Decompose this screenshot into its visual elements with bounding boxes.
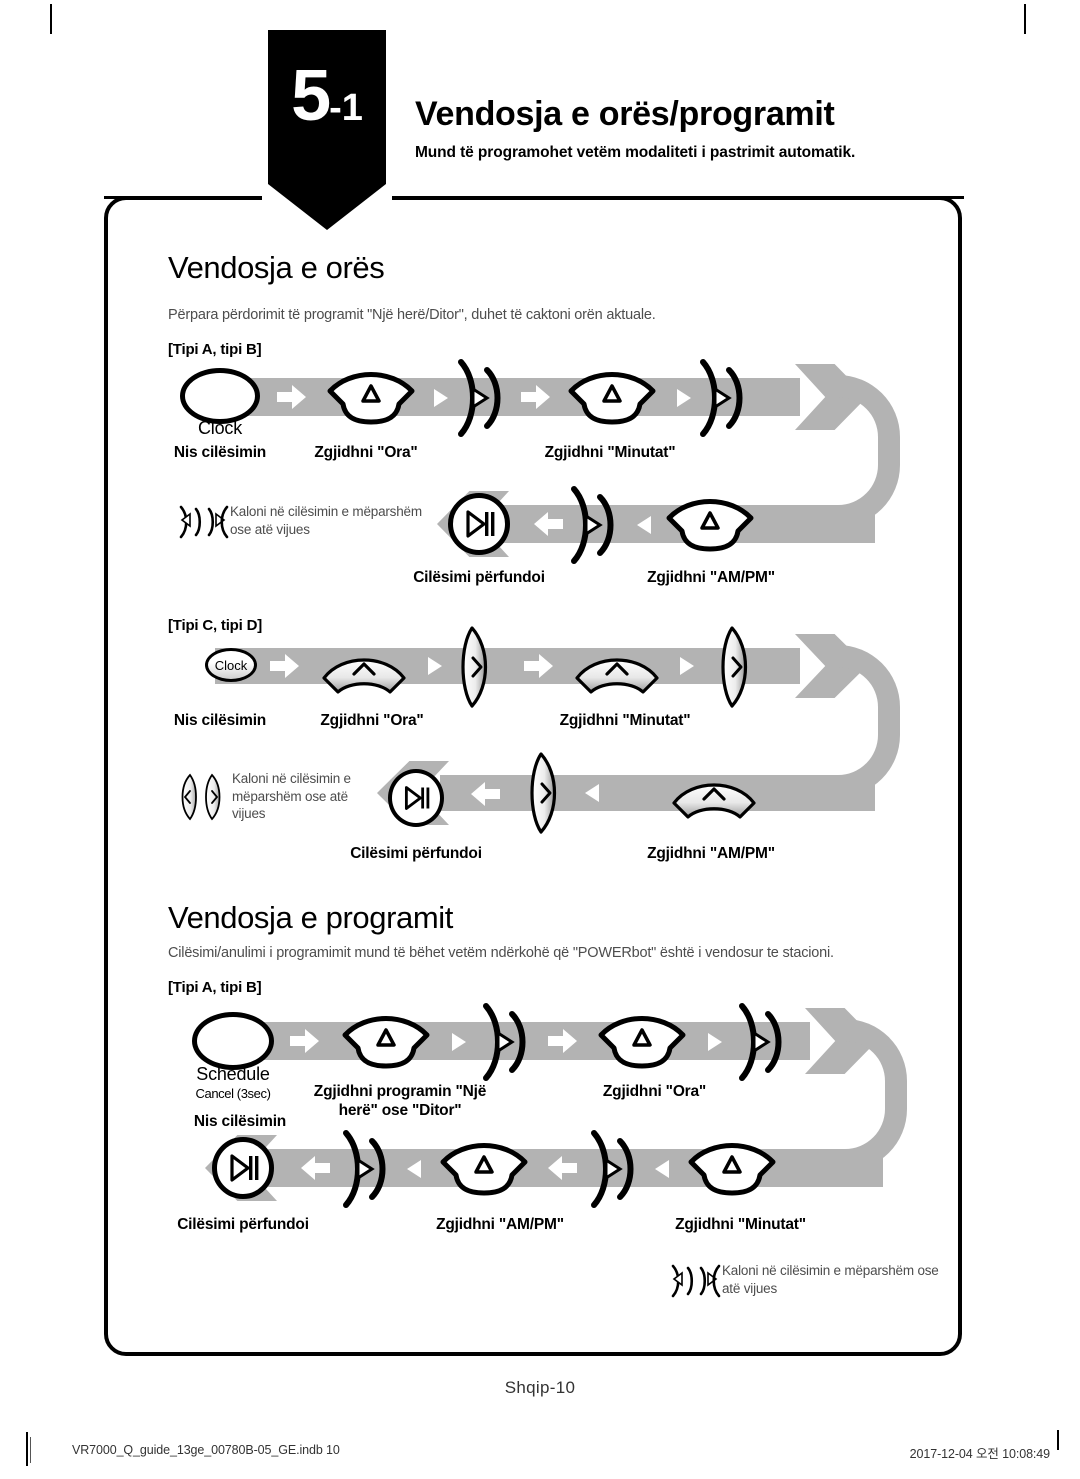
step-label: Nis cilësimin [173, 712, 267, 729]
clock-button-label-ab: Clock [197, 418, 242, 438]
section-description-schedule: Cilësimi/anulimi i programimit mund të b… [168, 945, 834, 961]
prev-next-arc-legend-icon [179, 505, 229, 539]
section-description-clock: Përpara përdorimit të programit "Një her… [168, 307, 656, 323]
legend-text: Kaloni në cilësimin e mëparshëm ose atë … [230, 504, 422, 537]
footer-rule-left [30, 1437, 31, 1463]
ribbon-arrow-right-icon [270, 654, 299, 678]
next-diamond-button-icon[interactable] [718, 626, 762, 708]
up-fan-button-gradient-icon[interactable] [670, 773, 758, 821]
ribbon-triangle-right-icon [677, 389, 691, 407]
next-arc-button-icon[interactable] [340, 1129, 392, 1209]
ribbon-arrow-right-icon [548, 1029, 577, 1053]
crop-mark-bottom-left [26, 1432, 28, 1466]
ribbon-triangle-right-icon [434, 389, 448, 407]
prev-next-diamond-legend-icon [181, 773, 221, 821]
up-fan-button-icon[interactable] [327, 371, 415, 425]
step-label: Nis cilësimin [193, 1113, 287, 1130]
clock-button-label-cd: Clock [214, 657, 248, 673]
done-play-pause-button-sched[interactable] [212, 1137, 274, 1199]
page-folio: Shqip-10 [504, 1378, 576, 1397]
next-arc-button-icon[interactable] [568, 485, 620, 565]
type-label-ab-schedule: [Tipi A, tipi B] [168, 979, 262, 996]
play-pause-icon [230, 1154, 259, 1182]
legend-text: Kaloni në cilësimin e mëparshëm ose atë … [722, 1263, 939, 1296]
up-fan-button-icon[interactable] [598, 1015, 686, 1069]
chapter-number-main: 5 [291, 56, 331, 136]
flow-ribbon-cd-clock-row2 [440, 775, 875, 811]
ribbon-arrow-left-icon [301, 1156, 330, 1180]
ribbon-triangle-right-icon [452, 1033, 466, 1051]
page-header: Vendosja e orës/programit Mund të progra… [415, 95, 1035, 162]
print-footer-left: VR7000_Q_guide_13ge_00780B-05_GE.indb 10 [72, 1443, 340, 1457]
ribbon-triangle-right-icon [680, 657, 694, 675]
page-title: Vendosja e orës/programit [415, 95, 835, 133]
step-label: Cilësimi përfundoi [177, 1216, 309, 1233]
up-fan-button-gradient-icon[interactable] [573, 648, 661, 696]
ribbon-triangle-left-icon [655, 1160, 669, 1178]
ribbon-arrow-left-icon [534, 512, 563, 536]
step-label: Nis cilësimin [173, 444, 267, 461]
next-diamond-button-icon[interactable] [458, 626, 502, 708]
ribbon-arrow-left-icon [471, 782, 500, 806]
print-footer-right: 2017-12-04 오전 10:08:49 [909, 1447, 1050, 1461]
step-label: Zgjidhni "Minutat" [559, 712, 691, 729]
next-diamond-button-icon[interactable] [527, 752, 571, 834]
crop-mark-top-left [50, 4, 52, 34]
ribbon-arrow-left-icon [548, 1156, 577, 1180]
schedule-button[interactable] [192, 1012, 274, 1070]
step-label: Zgjidhni "AM/PM" [436, 1216, 564, 1233]
play-pause-icon [466, 510, 495, 538]
ribbon-arrow-right-icon [277, 385, 306, 409]
chapter-number-sub: -1 [329, 87, 363, 129]
crop-mark-top-right [1024, 4, 1026, 34]
step-label: Zgjidhni programin "Një herë" ose "Ditor… [313, 1083, 487, 1120]
step-label: Zgjidhni "Minutat" [544, 444, 676, 461]
legend-text: Kaloni në cilësimin e mëparshëm ose atë … [232, 771, 351, 822]
up-fan-button-icon[interactable] [342, 1015, 430, 1069]
flow-ribbon-cd-clock-row1 [215, 648, 800, 684]
step-label: Zgjidhni "AM/PM" [647, 569, 775, 586]
crop-mark-bottom-right [1057, 1430, 1059, 1450]
section-title-schedule: Vendosja e programit [168, 900, 453, 935]
clock-button-cd[interactable]: Clock [205, 648, 257, 682]
type-label-ab-clock: [Tipi A, tipi B] [168, 341, 262, 358]
step-label: Zgjidhni "Minutat" [675, 1216, 806, 1233]
done-play-pause-button-ab[interactable] [448, 493, 510, 555]
ribbon-arrow-right-icon [524, 654, 553, 678]
ribbon-arrow-right-icon [521, 385, 550, 409]
ribbon-triangle-left-icon [585, 784, 599, 802]
next-arc-button-icon[interactable] [455, 358, 507, 438]
clock-button-ab[interactable] [180, 368, 260, 424]
page-subtitle: Mund të programohet vetëm modaliteti i p… [415, 144, 856, 162]
play-pause-icon [404, 786, 430, 810]
prev-next-arc-legend-icon [671, 1264, 721, 1298]
next-arc-button-icon[interactable] [697, 358, 749, 438]
step-label: Zgjidhni "AM/PM" [647, 845, 775, 862]
next-arc-button-icon[interactable] [736, 1002, 788, 1082]
ribbon-triangle-left-icon [637, 516, 651, 534]
schedule-button-label: Schedule [196, 1064, 270, 1084]
schedule-button-sublabel: Cancel (3sec) [195, 1086, 271, 1101]
up-fan-button-gradient-icon[interactable] [320, 648, 408, 696]
next-arc-button-icon[interactable] [480, 1002, 532, 1082]
step-label: Zgjidhni "Ora" [602, 1083, 707, 1100]
ribbon-triangle-right-icon [708, 1033, 722, 1051]
step-label: Zgjidhni "Ora" [314, 444, 418, 461]
ribbon-arrow-right-icon [290, 1029, 319, 1053]
type-label-cd-clock: [Tipi C, tipi D] [168, 617, 263, 634]
section-title-clock: Vendosja e orës [168, 250, 385, 285]
up-fan-button-icon[interactable] [440, 1142, 528, 1196]
up-fan-button-icon[interactable] [666, 498, 754, 552]
up-fan-button-icon[interactable] [568, 371, 656, 425]
step-label: Cilësimi përfundoi [413, 569, 545, 586]
done-play-pause-button-cd[interactable] [388, 769, 444, 827]
next-arc-button-icon[interactable] [588, 1129, 640, 1209]
chapter-number: 5-1 [268, 60, 386, 132]
step-label: Cilësimi përfundoi [350, 845, 482, 862]
ribbon-triangle-right-icon [428, 657, 442, 675]
up-fan-button-icon[interactable] [688, 1142, 776, 1196]
step-label: Zgjidhni "Ora" [320, 712, 424, 729]
ribbon-triangle-left-icon [407, 1160, 421, 1178]
